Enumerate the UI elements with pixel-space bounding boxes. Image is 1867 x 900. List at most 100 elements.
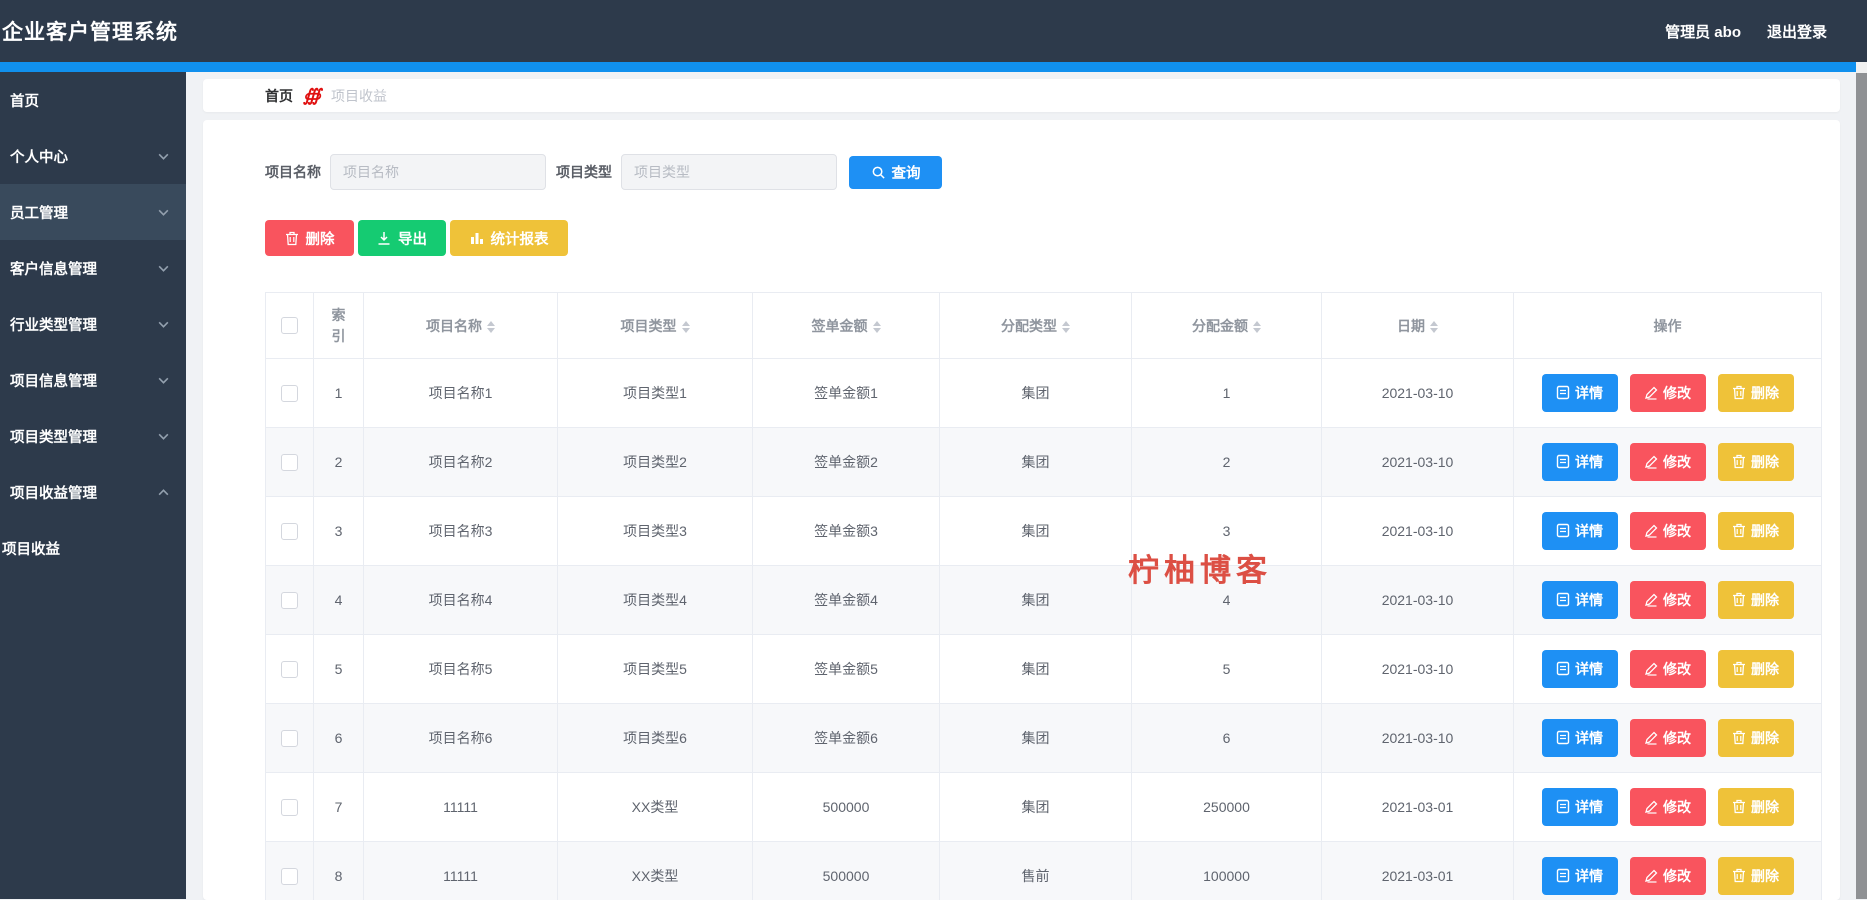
cell-index: 1 bbox=[314, 359, 364, 428]
row-checkbox[interactable] bbox=[281, 868, 298, 885]
sort-carets-icon[interactable] bbox=[487, 321, 495, 333]
cell-name: 11111 bbox=[364, 773, 558, 842]
row-edit-button[interactable]: 修改 bbox=[1630, 788, 1706, 826]
cell-name: 项目名称3 bbox=[364, 497, 558, 566]
cell-sign-amount: 500000 bbox=[753, 842, 940, 900]
cell-alloc-type: 集团 bbox=[940, 773, 1132, 842]
sidebar-item-project-info-mgmt[interactable]: 项目信息管理 bbox=[0, 352, 186, 408]
content-area: 首页 ∰ 项目收益 项目名称 项目类型 查询 删除 bbox=[186, 72, 1867, 899]
row-checkbox[interactable] bbox=[281, 730, 298, 747]
row-delete-button[interactable]: 删除 bbox=[1718, 719, 1794, 757]
row-delete-button[interactable]: 删除 bbox=[1718, 374, 1794, 412]
row-edit-button[interactable]: 修改 bbox=[1630, 443, 1706, 481]
row-checkbox[interactable] bbox=[281, 799, 298, 816]
sort-carets-icon[interactable] bbox=[1062, 321, 1070, 333]
delete-button[interactable]: 删除 bbox=[265, 220, 354, 256]
trash-icon bbox=[1732, 385, 1746, 400]
sidebar-item-personal-center[interactable]: 个人中心 bbox=[0, 128, 186, 184]
sort-carets-icon[interactable] bbox=[873, 321, 881, 333]
search-icon bbox=[871, 165, 886, 180]
row-detail-button[interactable]: 详情 bbox=[1542, 374, 1618, 412]
scrollbar-thumb[interactable] bbox=[1856, 73, 1867, 899]
column-header-alloc-amount[interactable]: 分配金额 bbox=[1132, 293, 1322, 359]
table-row: 4项目名称4项目类型4签单金额4集团42021-03-10详情修改删除 bbox=[266, 566, 1822, 635]
admin-user-label[interactable]: 管理员 abo bbox=[1665, 21, 1741, 42]
sidebar-item-industry-type-mgmt[interactable]: 行业类型管理 bbox=[0, 296, 186, 352]
table-header-row: 索引 项目名称 项目类型 签单金额 分配类型 分配金额 日期 操作 bbox=[266, 293, 1822, 359]
report-button[interactable]: 统计报表 bbox=[450, 220, 568, 256]
cell-sign-amount: 签单金额4 bbox=[753, 566, 940, 635]
cell-date: 2021-03-10 bbox=[1322, 566, 1514, 635]
project-type-input[interactable] bbox=[621, 154, 837, 190]
table-row: 5项目名称5项目类型5签单金额5集团52021-03-10详情修改删除 bbox=[266, 635, 1822, 704]
sort-carets-icon[interactable] bbox=[682, 321, 690, 333]
column-header-type[interactable]: 项目类型 bbox=[558, 293, 753, 359]
column-header-alloc-type[interactable]: 分配类型 bbox=[940, 293, 1132, 359]
chevron-down-icon bbox=[157, 150, 170, 163]
trash-icon bbox=[1732, 868, 1746, 883]
row-detail-button[interactable]: 详情 bbox=[1542, 581, 1618, 619]
row-edit-button[interactable]: 修改 bbox=[1630, 857, 1706, 895]
row-delete-button[interactable]: 删除 bbox=[1718, 443, 1794, 481]
table-row: 6项目名称6项目类型6签单金额6集团62021-03-10详情修改删除 bbox=[266, 704, 1822, 773]
column-header-name[interactable]: 项目名称 bbox=[364, 293, 558, 359]
row-delete-button[interactable]: 删除 bbox=[1718, 581, 1794, 619]
row-delete-button[interactable]: 删除 bbox=[1718, 650, 1794, 688]
row-delete-button[interactable]: 删除 bbox=[1718, 788, 1794, 826]
row-checkbox[interactable] bbox=[281, 385, 298, 402]
cell-actions: 详情修改删除 bbox=[1514, 359, 1822, 428]
cell-sign-amount: 签单金额3 bbox=[753, 497, 940, 566]
sidebar-item-project-income-mgmt[interactable]: 项目收益管理 bbox=[0, 464, 186, 520]
logout-button[interactable]: 退出登录 bbox=[1767, 21, 1827, 42]
pen-icon bbox=[1644, 386, 1658, 400]
row-edit-button[interactable]: 修改 bbox=[1630, 512, 1706, 550]
row-delete-button[interactable]: 删除 bbox=[1718, 512, 1794, 550]
breadcrumb-home[interactable]: 首页 bbox=[265, 86, 293, 106]
accent-bar bbox=[0, 62, 1867, 72]
document-icon bbox=[1556, 730, 1570, 745]
sidebar-item-home[interactable]: 首页 bbox=[0, 72, 186, 128]
row-checkbox[interactable] bbox=[281, 523, 298, 540]
chevron-down-icon bbox=[157, 262, 170, 275]
cell-alloc-amount: 2 bbox=[1132, 428, 1322, 497]
row-detail-button[interactable]: 详情 bbox=[1542, 443, 1618, 481]
row-edit-button[interactable]: 修改 bbox=[1630, 650, 1706, 688]
row-detail-button[interactable]: 详情 bbox=[1542, 719, 1618, 757]
sidebar: 首页 个人中心 员工管理 客户信息管理 行业类型管理 项目信息管理 项目类型管理… bbox=[0, 72, 186, 899]
sidebar-item-project-income[interactable]: 项目收益 bbox=[0, 520, 186, 576]
vertical-scrollbar[interactable] bbox=[1856, 62, 1867, 899]
sidebar-item-project-type-mgmt[interactable]: 项目类型管理 bbox=[0, 408, 186, 464]
row-checkbox[interactable] bbox=[281, 454, 298, 471]
select-all-checkbox[interactable] bbox=[281, 317, 298, 334]
chevron-down-icon bbox=[157, 206, 170, 219]
trash-icon bbox=[1732, 454, 1746, 469]
row-edit-button[interactable]: 修改 bbox=[1630, 374, 1706, 412]
document-icon bbox=[1556, 661, 1570, 676]
sort-carets-icon[interactable] bbox=[1430, 321, 1438, 333]
row-detail-button[interactable]: 详情 bbox=[1542, 857, 1618, 895]
row-edit-button[interactable]: 修改 bbox=[1630, 581, 1706, 619]
row-detail-button[interactable]: 详情 bbox=[1542, 650, 1618, 688]
row-edit-button[interactable]: 修改 bbox=[1630, 719, 1706, 757]
row-delete-button[interactable]: 删除 bbox=[1718, 857, 1794, 895]
sidebar-item-customer-info-mgmt[interactable]: 客户信息管理 bbox=[0, 240, 186, 296]
sidebar-item-employee-mgmt[interactable]: 员工管理 bbox=[0, 184, 186, 240]
trash-icon bbox=[1732, 799, 1746, 814]
cell-date: 2021-03-01 bbox=[1322, 842, 1514, 900]
document-icon bbox=[1556, 799, 1570, 814]
cell-index: 2 bbox=[314, 428, 364, 497]
cell-alloc-amount: 4 bbox=[1132, 566, 1322, 635]
column-header-date[interactable]: 日期 bbox=[1322, 293, 1514, 359]
row-checkbox[interactable] bbox=[281, 661, 298, 678]
project-name-input[interactable] bbox=[330, 154, 546, 190]
row-detail-button[interactable]: 详情 bbox=[1542, 788, 1618, 826]
column-header-sign-amount[interactable]: 签单金额 bbox=[753, 293, 940, 359]
pen-icon bbox=[1644, 800, 1658, 814]
query-button[interactable]: 查询 bbox=[849, 156, 942, 189]
export-button[interactable]: 导出 bbox=[358, 220, 446, 256]
row-checkbox[interactable] bbox=[281, 592, 298, 609]
sort-carets-icon[interactable] bbox=[1253, 321, 1261, 333]
cell-index: 5 bbox=[314, 635, 364, 704]
row-detail-button[interactable]: 详情 bbox=[1542, 512, 1618, 550]
cell-date: 2021-03-01 bbox=[1322, 773, 1514, 842]
